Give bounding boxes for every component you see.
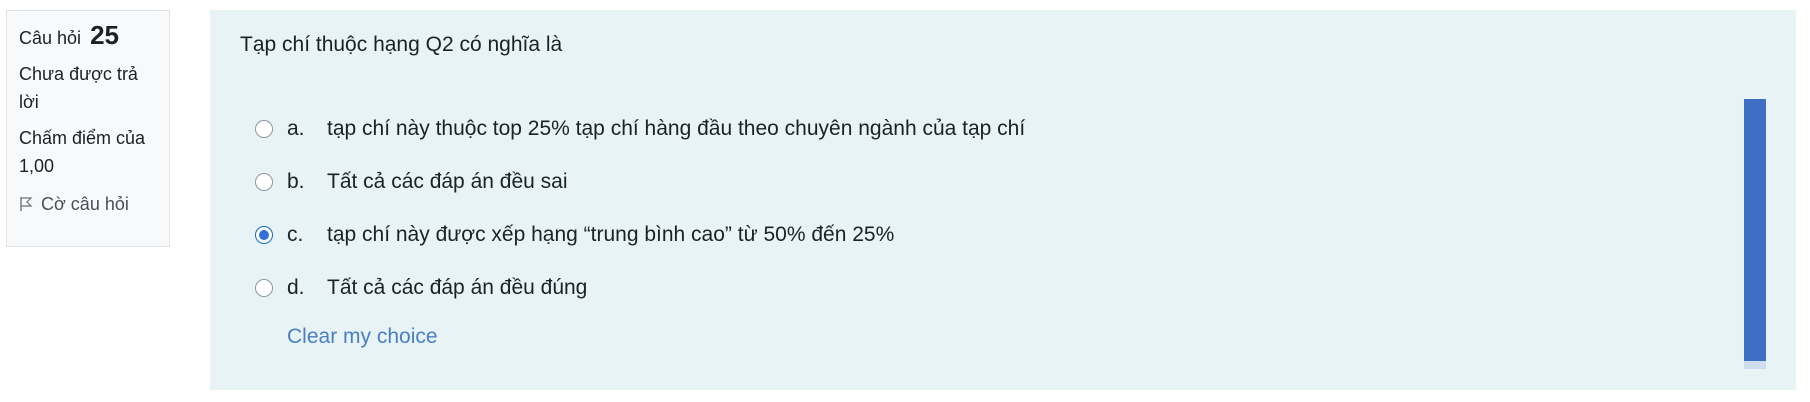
answer-letter: c. — [287, 222, 304, 246]
answer-text: tạp chí này thuộc top 25% tạp chí hàng đ… — [327, 116, 1026, 140]
flag-icon — [20, 197, 33, 211]
accent-bar-shadow — [1744, 361, 1766, 369]
answer-letter: a. — [287, 116, 305, 140]
state-line-1: Chưa được trả — [19, 64, 138, 84]
state-line-2: lời — [19, 92, 39, 112]
radio-button-c[interactable] — [255, 225, 273, 244]
clear-choice-link[interactable]: Clear my choice — [287, 325, 438, 349]
question-text: Tạp chí thuộc hạng Q2 có nghĩa là — [240, 33, 563, 56]
question-number: 25 — [90, 20, 119, 50]
question-info-panel: Câu hỏi 25 Chưa được trả lời Chấm điểm c… — [6, 10, 170, 247]
answer-option-a[interactable]: a. tạp chí này thuộc top 25% tạp chí hàn… — [255, 102, 1025, 155]
question-state: Chưa được trả lời — [19, 60, 157, 116]
answer-text: tạp chí này được xếp hạng “trung bình ca… — [327, 222, 895, 246]
answer-option-b[interactable]: b. Tất cả các đáp án đều sai — [255, 155, 1025, 208]
flag-question-button[interactable]: Cờ câu hỏi — [19, 190, 157, 218]
answer-list: a. tạp chí này thuộc top 25% tạp chí hàn… — [255, 102, 1025, 314]
flag-label: Cờ câu hỏi — [41, 194, 129, 214]
answer-letter: d. — [287, 275, 305, 299]
radio-button-a[interactable] — [255, 119, 273, 138]
question-number-heading: Câu hỏi 25 — [19, 21, 157, 52]
radio-button-d[interactable] — [255, 278, 273, 297]
question-label: Câu hỏi — [19, 28, 82, 48]
radio-button-b[interactable] — [255, 172, 273, 191]
answer-text: Tất cả các đáp án đều đúng — [327, 275, 588, 299]
question-content-panel: Tạp chí thuộc hạng Q2 có nghĩa là a. tạp… — [210, 10, 1796, 390]
answer-letter: b. — [287, 169, 305, 193]
question-grade: Chấm điểm của 1,00 — [19, 124, 157, 180]
accent-bar — [1744, 99, 1766, 361]
grade-line-1: Chấm điểm của — [19, 128, 146, 148]
grade-line-2: 1,00 — [19, 156, 55, 176]
answer-option-d[interactable]: d. Tất cả các đáp án đều đúng — [255, 261, 1025, 314]
answer-option-c[interactable]: c. tạp chí này được xếp hạng “trung bình… — [255, 208, 1025, 261]
answer-text: Tất cả các đáp án đều sai — [327, 169, 568, 193]
